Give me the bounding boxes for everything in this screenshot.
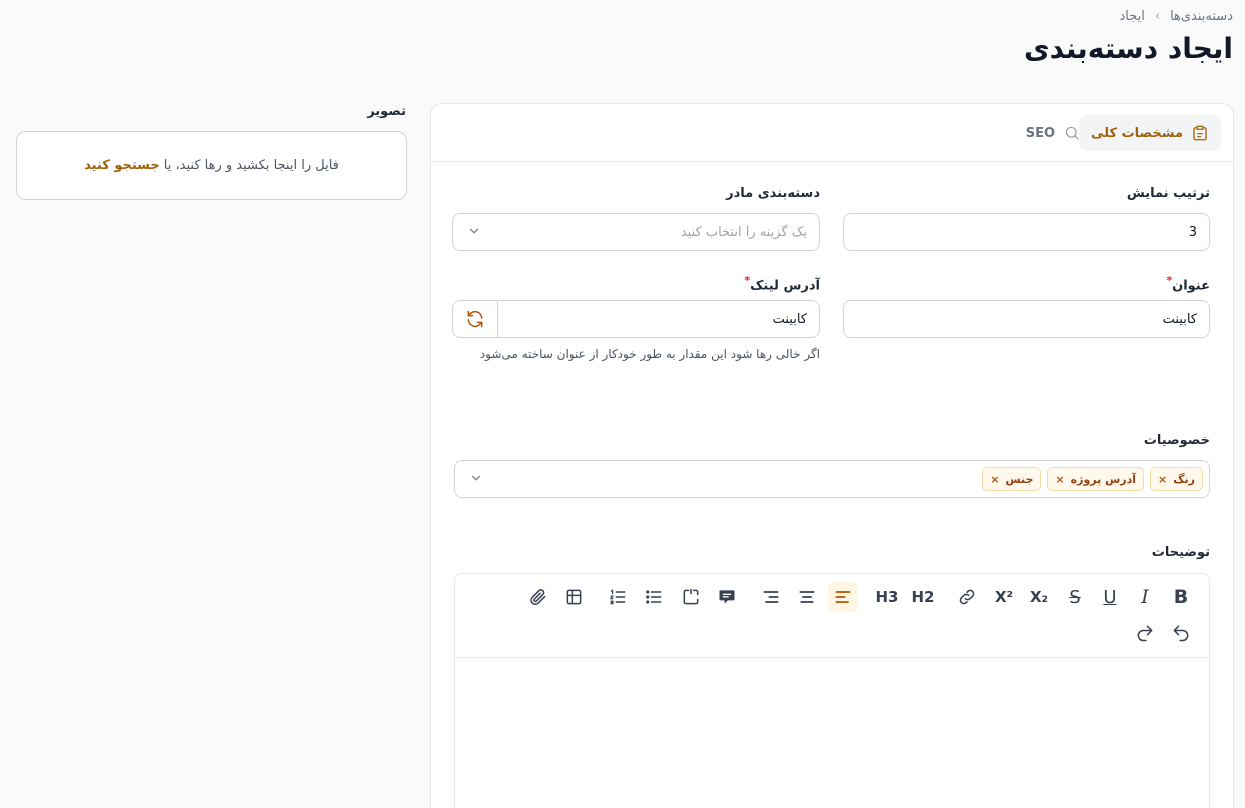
- display-order-value[interactable]: [856, 224, 1197, 240]
- parent-category-label: دسته‌بندی مادر: [726, 186, 820, 201]
- comment-icon: [719, 590, 735, 604]
- editor-content-area[interactable]: [455, 659, 1209, 808]
- link-button[interactable]: [952, 582, 982, 612]
- heading-3-button[interactable]: H3: [872, 582, 902, 612]
- attribute-chip: جنس ×: [982, 467, 1042, 491]
- breadcrumb-parent[interactable]: دسته‌بندی‌ها: [1170, 9, 1233, 24]
- strikethrough-button[interactable]: S: [1060, 582, 1090, 612]
- align-right-icon: [763, 591, 779, 603]
- description-label: توضیحات: [1151, 545, 1210, 560]
- tab-general-label: مشخصات کلی: [1091, 125, 1183, 141]
- attributes-label: خصوصیات: [1143, 433, 1210, 448]
- align-center-icon: [799, 591, 815, 603]
- chevron-left-icon: ›: [1154, 9, 1161, 24]
- description-editor[interactable]: B I U S X₂ X² H2 H3: [454, 573, 1210, 808]
- callout-button[interactable]: [712, 582, 742, 612]
- attribute-chip-label: رنگ: [1173, 472, 1195, 486]
- refresh-icon: [467, 310, 483, 328]
- editor-toolbar: B I U S X₂ X² H2 H3: [455, 574, 1209, 658]
- table-icon: [566, 589, 582, 605]
- remove-chip-icon[interactable]: ×: [1158, 473, 1167, 486]
- title-label-text: عنوان: [1172, 278, 1210, 294]
- slug-value[interactable]: [509, 311, 807, 327]
- dropzone-text: فایل را اینجا بکشید و رها کنید، یا: [163, 158, 339, 173]
- attributes-chips: رنگ × آدرس پروژه × جنس ×: [976, 467, 1203, 491]
- attach-file-button[interactable]: [523, 582, 553, 612]
- blockquote-button[interactable]: [676, 582, 706, 612]
- image-label: تصویر: [367, 104, 406, 119]
- subscript-button[interactable]: X₂: [1024, 582, 1054, 612]
- tab-seo-label: SEO: [1025, 125, 1055, 141]
- align-center-button[interactable]: [792, 582, 822, 612]
- display-order-input[interactable]: [843, 213, 1210, 251]
- undo-button[interactable]: [1166, 618, 1196, 648]
- slug-hint: اگر خالی رها شود این مقدار به طور خودکار…: [479, 347, 820, 361]
- superscript-button[interactable]: X²: [989, 582, 1019, 612]
- table-button[interactable]: [559, 582, 589, 612]
- image-dropzone[interactable]: فایل را اینجا بکشید و رها کنید، یا جستجو…: [16, 131, 407, 200]
- parent-category-placeholder: یک گزینه را انتخاب کنید: [680, 224, 807, 240]
- page-title: ایجاد دسته‌بندی: [1023, 32, 1233, 65]
- tab-bar: مشخصات کلی SEO: [431, 104, 1233, 162]
- attributes-multiselect[interactable]: رنگ × آدرس پروژه × جنس ×: [454, 460, 1210, 498]
- chevron-down-icon: [469, 228, 479, 234]
- regenerate-slug-button[interactable]: [453, 301, 498, 337]
- slug-input[interactable]: [452, 300, 820, 338]
- title-value[interactable]: [856, 311, 1197, 327]
- italic-button[interactable]: I: [1130, 582, 1160, 612]
- undo-icon: [1173, 625, 1189, 642]
- redo-icon: [1137, 625, 1153, 642]
- list-bullet-icon: [646, 590, 662, 604]
- paperclip-icon: [530, 589, 546, 606]
- link-icon: [959, 589, 975, 605]
- browse-link[interactable]: جستجو کنید: [84, 158, 160, 173]
- tab-general[interactable]: مشخصات کلی: [1079, 115, 1221, 151]
- parent-category-select[interactable]: یک گزینه را انتخاب کنید: [452, 213, 820, 251]
- align-left-icon: [835, 591, 851, 603]
- underline-button[interactable]: U: [1095, 582, 1125, 612]
- clipboard-icon: [1193, 125, 1207, 141]
- heading-2-button[interactable]: H2: [908, 582, 938, 612]
- title-input[interactable]: [843, 300, 1210, 338]
- category-form-card: مشخصات کلی SEO ترتیب نمایش دسته‌بندی ماد…: [430, 103, 1234, 808]
- ordered-list-button[interactable]: [603, 582, 633, 612]
- search-icon: [1065, 126, 1079, 140]
- list-ordered-icon: [609, 589, 626, 605]
- redo-button[interactable]: [1130, 618, 1160, 648]
- attribute-chip: آدرس پروژه ×: [1047, 467, 1145, 491]
- quote-box-icon: [683, 588, 699, 605]
- align-end-button[interactable]: [756, 582, 786, 612]
- attribute-chip: رنگ ×: [1150, 467, 1203, 491]
- remove-chip-icon[interactable]: ×: [1055, 473, 1064, 486]
- slug-label: آدرس لینک*: [744, 274, 820, 293]
- attribute-chip-label: آدرس پروژه: [1070, 472, 1137, 486]
- attribute-chip-label: جنس: [1005, 472, 1034, 486]
- align-start-button[interactable]: [828, 582, 858, 612]
- title-label: عنوان*: [1166, 274, 1210, 293]
- breadcrumb: دسته‌بندی‌ها › ایجاد: [1119, 9, 1233, 24]
- breadcrumb-current: ایجاد: [1119, 9, 1145, 24]
- chevron-down-icon: [471, 475, 481, 481]
- bold-button[interactable]: B: [1166, 582, 1196, 612]
- remove-chip-icon[interactable]: ×: [990, 473, 999, 486]
- bullet-list-button[interactable]: [639, 582, 669, 612]
- display-order-label: ترتیب نمایش: [1126, 186, 1210, 201]
- tab-seo[interactable]: SEO: [1014, 115, 1093, 151]
- slug-label-text: آدرس لینک: [750, 278, 820, 294]
